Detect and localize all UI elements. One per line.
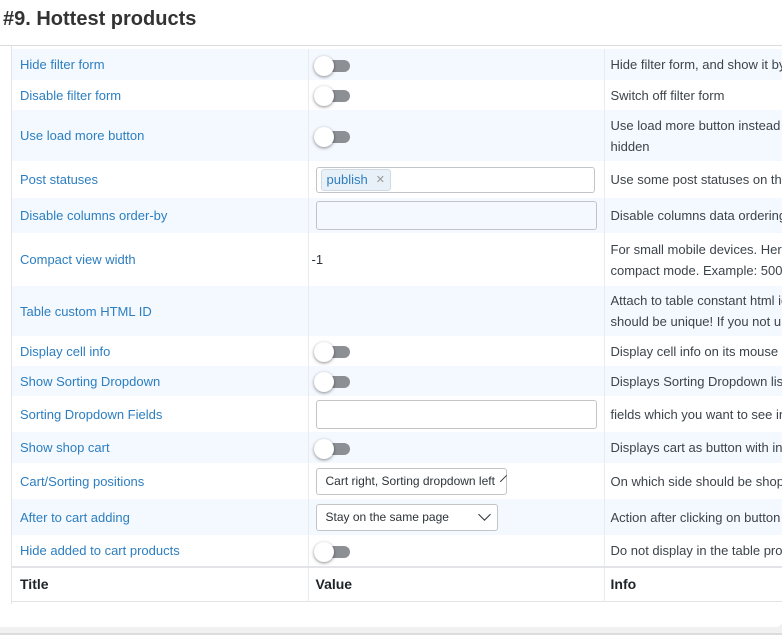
display-cell-info-toggle[interactable]: [313, 342, 350, 363]
row-label: Display cell info: [12, 336, 309, 366]
remove-tag-icon[interactable]: ✕: [376, 173, 385, 186]
row-label: Show shop cart: [12, 432, 309, 463]
select-value: Cart right, Sorting dropdown left: [325, 474, 495, 488]
status-tag: publish ✕: [320, 168, 391, 191]
cart-sorting-positions-select[interactable]: Cart right, Sorting dropdown left: [315, 467, 507, 495]
info-line: Attach to table constant html id: [610, 293, 782, 308]
value-cell: [308, 110, 605, 161]
table-row: Hide filter form Hide filter form, and s…: [12, 49, 782, 80]
row-label: After to cart adding: [12, 499, 309, 535]
post-statuses-select[interactable]: publish ✕: [315, 166, 595, 193]
value-cell: [308, 432, 605, 463]
value-cell: [308, 80, 605, 110]
value-cell: Stay on the same page: [308, 499, 605, 535]
column-header-value: Value: [308, 566, 605, 602]
toggle-knob: [313, 126, 334, 147]
row-label: Hide added to cart products: [12, 535, 309, 567]
column-header-info: Info: [604, 566, 782, 602]
info-line: Use load more button instead o: [610, 117, 782, 133]
sorting-dropdown-fields-input[interactable]: [315, 399, 597, 429]
row-info: Display cell info on its mouse ho: [604, 336, 782, 366]
row-info: On which side should be shop c: [604, 463, 782, 499]
row-info: Action after clicking on button A: [604, 499, 782, 535]
row-label: Compact view width: [12, 233, 309, 286]
info-line: hidden: [610, 138, 650, 154]
row-label: Sorting Dropdown Fields: [12, 396, 309, 432]
row-info: fields which you want to see in: [604, 396, 782, 432]
table-row: Disable columns order-by Disable columns…: [12, 198, 782, 233]
toggle-knob: [313, 438, 334, 459]
table-row: Sorting Dropdown Fields fields which you…: [12, 396, 782, 432]
table-row: Table custom HTML ID Attach to table con…: [12, 286, 782, 336]
row-info: Displays cart as button with info: [604, 432, 782, 463]
show-sorting-dropdown-toggle[interactable]: [313, 372, 350, 393]
table-custom-html-id-cell[interactable]: [308, 286, 605, 336]
settings-table: Hide filter form Hide filter form, and s…: [12, 49, 782, 602]
row-label: Disable columns order-by: [12, 198, 309, 233]
table-row: Show shop cart Displays cart as button w…: [12, 432, 782, 463]
row-label: Use load more button: [12, 110, 309, 161]
row-info: Hide filter form, and show it by l: [604, 49, 782, 80]
page-title: #9. Hottest products: [3, 8, 197, 30]
settings-panel: #9. Hottest products Hide filter form Hi…: [0, 0, 782, 627]
row-label: Disable filter form: [12, 80, 309, 110]
value-cell: [308, 535, 605, 567]
value-cell: [308, 198, 605, 233]
row-info: Use load more button instead o hidden: [604, 110, 782, 161]
disable-columns-orderby-input[interactable]: [315, 201, 597, 230]
info-line: compact mode. Example: 500.: [610, 262, 782, 278]
disable-filter-form-toggle[interactable]: [313, 86, 350, 107]
info-line: For small mobile devices. Here: [610, 241, 782, 257]
hide-filter-form-toggle[interactable]: [313, 55, 350, 76]
row-info: Use some post statuses on the: [604, 161, 782, 198]
chevron-down-icon: [477, 508, 491, 521]
table-footer-header: Title Value Info: [12, 566, 782, 602]
value-cell: [308, 336, 605, 366]
value-cell: [308, 396, 605, 432]
table-row: Display cell info Display cell info on i…: [12, 336, 782, 366]
title-divider: [0, 45, 782, 46]
info-line: should be unique! If you not und: [610, 314, 782, 329]
value-cell: publish ✕: [308, 161, 605, 198]
hide-added-to-cart-toggle[interactable]: [313, 541, 350, 562]
select-value: Stay on the same page: [325, 510, 449, 524]
column-header-title: Title: [12, 566, 309, 602]
row-info: For small mobile devices. Here compact m…: [604, 233, 782, 286]
row-info: Attach to table constant html id should …: [604, 286, 782, 336]
after-cart-adding-select[interactable]: Stay on the same page: [315, 503, 498, 531]
tag-label: publish: [326, 172, 368, 187]
row-label: Table custom HTML ID: [12, 286, 309, 336]
value-cell: [308, 49, 605, 80]
value-cell: Cart right, Sorting dropdown left: [308, 463, 605, 499]
table-row: Post statuses publish ✕ Use some post st…: [12, 161, 782, 198]
table-row: After to cart adding Stay on the same pa…: [12, 499, 782, 535]
table-row: Cart/Sorting positions Cart right, Sorti…: [12, 463, 782, 499]
row-label: Hide filter form: [12, 49, 309, 80]
row-info: Disable columns data ordering: [604, 198, 782, 233]
load-more-button-toggle[interactable]: [313, 126, 350, 147]
table-row: Compact view width -1 For small mobile d…: [12, 233, 782, 286]
compact-view-width-value[interactable]: -1: [308, 233, 605, 286]
chevron-down-icon: [499, 474, 507, 483]
row-label: Cart/Sorting positions: [12, 463, 309, 499]
table-row: Use load more button Use load more butto…: [12, 110, 782, 161]
show-shop-cart-toggle[interactable]: [313, 438, 350, 459]
row-info: Do not display in the table prod: [604, 535, 782, 567]
row-info: Displays Sorting Dropdown list: [604, 366, 782, 396]
toggle-knob: [313, 86, 334, 107]
table-row: Show Sorting Dropdown Displays Sorting D…: [12, 366, 782, 396]
toggle-knob: [313, 541, 334, 562]
value-cell: [308, 366, 605, 396]
toggle-knob: [313, 372, 334, 393]
toggle-knob: [313, 55, 334, 76]
table-row: Hide added to cart products Do not displ…: [12, 535, 782, 567]
table-row: Disable filter form Switch off filter fo…: [12, 80, 782, 110]
toggle-knob: [313, 342, 334, 363]
row-label: Post statuses: [12, 161, 309, 198]
row-info: Switch off filter form: [604, 80, 782, 110]
row-label: Show Sorting Dropdown: [12, 366, 309, 396]
